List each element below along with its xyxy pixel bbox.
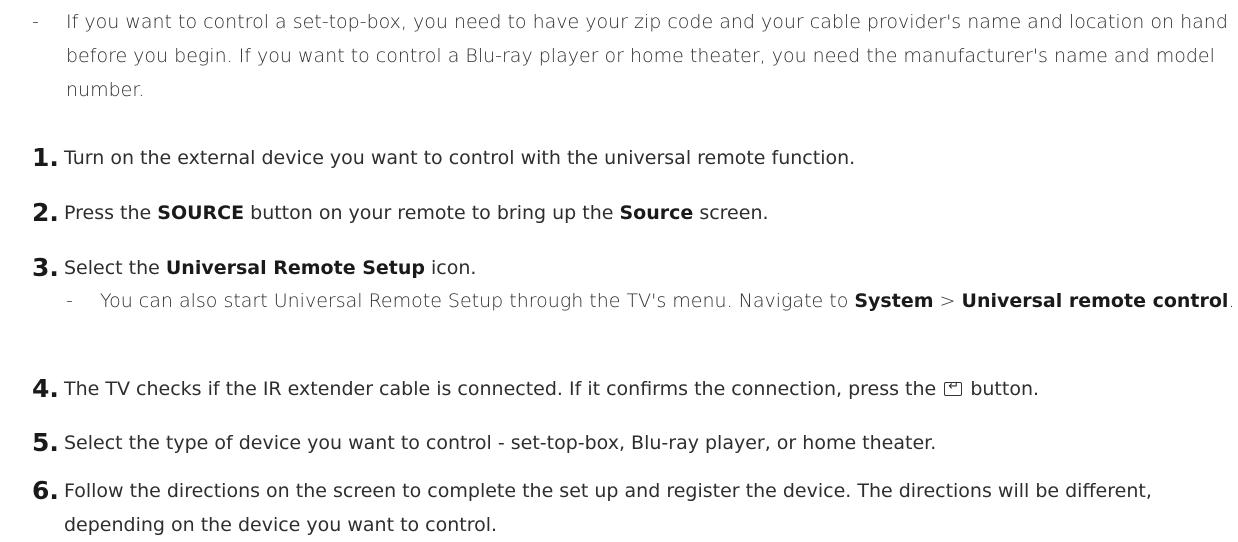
intro-note-text: If you want to control a set-top-box, yo… [66, 11, 1228, 101]
step-number: 4. [32, 374, 59, 403]
step-text-part: button on your remote to bring up the [244, 202, 620, 224]
step-text-part: button. [964, 378, 1040, 400]
note-text-part: . [1228, 290, 1235, 312]
step-6: 6. Follow the directions on the screen t… [32, 474, 1232, 542]
step-1: 1. Turn on the external device you want … [32, 141, 1232, 175]
manual-page: - If you want to control a set-top-box, … [0, 0, 1238, 542]
step-text: Select the Universal Remote Setup icon. [32, 251, 1232, 285]
enter-icon [944, 377, 963, 397]
step-number: 1. [32, 143, 59, 172]
intro-note: - If you want to control a set-top-box, … [32, 5, 1238, 107]
step-text-part: Select the [64, 257, 166, 279]
note-dash: - [32, 11, 39, 33]
step-text: Turn on the external device you want to … [64, 147, 856, 169]
step-text: Select the type of device you want to co… [64, 432, 937, 454]
step-5: 5. Select the type of device you want to… [32, 426, 1232, 460]
breadcrumb-separator: > [933, 290, 962, 312]
step-text-part: icon. [424, 257, 477, 279]
note-text-part: You can also start Universal Remote Setu… [100, 290, 855, 312]
note-dash: - [66, 290, 73, 312]
step-2: 2. Press the SOURCE button on your remot… [32, 196, 1232, 230]
step-text-part: Press the [64, 202, 158, 224]
step-text: The TV checks if the IR extender cable i… [32, 372, 1232, 406]
step-3: 3. Select the Universal Remote Setup ico… [32, 251, 1232, 285]
step-text-part: The TV checks if the IR extender cable i… [64, 378, 943, 400]
step-text-part: screen. [693, 202, 769, 224]
source-screen-label: Source [619, 202, 694, 224]
step-4: 4. The TV checks if the IR extender cabl… [32, 372, 1232, 406]
step-number: 6. [32, 476, 59, 505]
step-text: Follow the directions on the screen to c… [64, 480, 1152, 536]
step-number: 5. [32, 428, 59, 457]
universal-remote-control-label: Universal remote control [961, 290, 1229, 312]
step-3-note: - You can also start Universal Remote Se… [66, 284, 1238, 318]
step-number: 2. [32, 198, 59, 227]
universal-remote-setup-label: Universal Remote Setup [165, 257, 425, 279]
step-text: Press the SOURCE button on your remote t… [32, 196, 1232, 230]
source-button-label: SOURCE [157, 202, 245, 224]
system-menu-label: System [854, 290, 934, 312]
step-number: 3. [32, 253, 59, 282]
